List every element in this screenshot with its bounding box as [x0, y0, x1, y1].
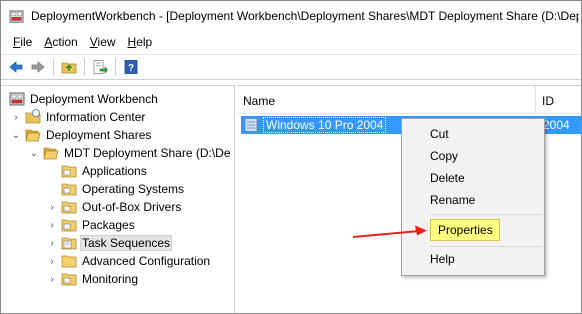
forward-arrow-icon: [31, 61, 45, 73]
main-window: DeploymentWorkbench - [Deployment Workbe…: [0, 0, 582, 314]
annotation-arrow-icon: [352, 225, 427, 238]
toolbar: ?: [1, 54, 581, 80]
tree-item-packages[interactable]: › Packages: [47, 216, 137, 234]
tree-item-advanced-configuration[interactable]: › Advanced Configuration: [47, 252, 212, 270]
chevron-right-icon[interactable]: ›: [47, 234, 57, 252]
up-folder-icon: [61, 62, 77, 74]
menu-view[interactable]: View: [84, 32, 122, 52]
tree-item-label: Packages: [82, 218, 135, 232]
folder-icon: [61, 165, 77, 178]
tree-item-task-sequences[interactable]: › Task Sequences: [47, 234, 173, 252]
back-arrow-icon: [9, 61, 23, 73]
folder-icon: [61, 219, 77, 232]
tree-item-deployment-workbench[interactable]: Deployment Workbench: [5, 90, 160, 108]
chevron-right-icon[interactable]: ›: [47, 270, 57, 288]
context-menu-cut[interactable]: Cut: [430, 124, 449, 144]
list-item-name: Windows 10 Pro 2004: [263, 117, 387, 133]
export-list-button[interactable]: [89, 56, 111, 78]
tree-item-label: MDT Deployment Share (D:\De: [64, 146, 231, 160]
menu-bar: File Action View Help: [1, 32, 581, 52]
folder-open-icon: [43, 147, 59, 160]
tree-item-label: Out-of-Box Drivers: [82, 200, 182, 214]
toolbar-separator: [53, 58, 54, 76]
menu-help[interactable]: Help: [122, 32, 159, 52]
context-menu-delete[interactable]: Delete: [430, 168, 465, 188]
chevron-down-icon[interactable]: ⌄: [11, 126, 21, 144]
forward-button[interactable]: [27, 56, 49, 78]
context-menu: Cut Copy Delete Rename Properties Help: [401, 118, 545, 276]
tree-item-out-of-box-drivers[interactable]: › Out-of-Box Drivers: [47, 198, 183, 216]
tree-item-operating-systems[interactable]: Operating Systems: [57, 180, 186, 198]
task-sequences-folder-icon: [61, 237, 77, 250]
help-icon: ?: [124, 60, 138, 74]
list-item-id: 2004: [543, 118, 570, 132]
tree-item-applications[interactable]: Applications: [57, 162, 149, 180]
tree-item-label: Applications: [82, 164, 147, 178]
tree-item-deployment-shares[interactable]: ⌄ Deployment Shares: [11, 126, 153, 144]
tree-item-information-center[interactable]: › Information Center: [11, 108, 147, 126]
export-list-icon: [93, 60, 108, 74]
svg-text:?: ?: [128, 63, 134, 74]
menu-file[interactable]: File: [7, 32, 38, 52]
title-bar[interactable]: DeploymentWorkbench - [Deployment Workbe…: [1, 1, 581, 31]
folder-open-icon: [25, 129, 41, 142]
tree-item-label: Deployment Workbench: [30, 92, 158, 106]
tree-item-label: Task Sequences: [80, 235, 173, 251]
context-menu-separator: [430, 214, 542, 215]
toolbar-separator: [115, 58, 116, 76]
task-sequence-icon: [244, 118, 258, 132]
folder-icon: [61, 183, 77, 196]
context-menu-rename[interactable]: Rename: [430, 190, 475, 210]
context-menu-separator: [430, 246, 542, 247]
toolbar-separator: [84, 58, 85, 76]
up-one-level-button[interactable]: [58, 56, 80, 78]
menu-action[interactable]: Action: [38, 32, 83, 52]
column-header-name[interactable]: Name: [243, 94, 275, 108]
navigation-tree: Deployment Workbench › Information Cente…: [1, 85, 235, 313]
list-header: Name ID: [237, 86, 581, 114]
column-header-id[interactable]: ID: [542, 94, 554, 108]
window-title: DeploymentWorkbench - [Deployment Workbe…: [31, 9, 579, 23]
tree-item-label: Monitoring: [82, 272, 139, 286]
tree-item-label: Operating Systems: [82, 182, 185, 196]
tree-item-label: Advanced Configuration: [82, 254, 211, 268]
context-menu-properties[interactable]: Properties: [438, 220, 493, 240]
chevron-down-icon[interactable]: ⌄: [29, 144, 39, 162]
chevron-right-icon[interactable]: ›: [47, 252, 57, 270]
tree-item-label: Information Center: [46, 110, 146, 124]
column-resize-handle[interactable]: [535, 86, 536, 114]
folder-info-icon: [25, 109, 41, 124]
folder-icon: [61, 255, 77, 268]
chevron-right-icon[interactable]: ›: [47, 198, 57, 216]
tree-item-mdt-deployment-share[interactable]: ⌄ MDT Deployment Share (D:\De: [29, 144, 233, 162]
back-button[interactable]: [5, 56, 27, 78]
tree-item-label: Deployment Shares: [46, 128, 152, 142]
chevron-right-icon[interactable]: ›: [47, 216, 57, 234]
folder-icon: [61, 273, 77, 286]
workbench-app-icon: [9, 10, 24, 23]
folder-icon: [61, 201, 77, 214]
chevron-right-icon[interactable]: ›: [11, 108, 21, 126]
context-menu-help[interactable]: Help: [430, 249, 455, 269]
help-button[interactable]: ?: [120, 56, 142, 78]
workbench-icon: [9, 92, 25, 106]
context-menu-copy[interactable]: Copy: [430, 146, 458, 166]
tree-item-monitoring[interactable]: › Monitoring: [47, 270, 140, 288]
